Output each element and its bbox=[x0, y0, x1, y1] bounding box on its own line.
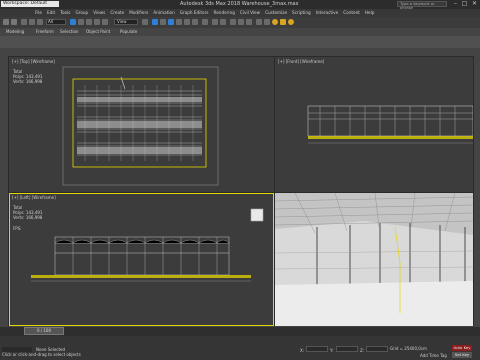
time-slider[interactable]: 0 / 100 bbox=[24, 327, 64, 335]
render-setup-icon[interactable] bbox=[272, 19, 278, 25]
curve-editor-icon[interactable] bbox=[246, 19, 252, 25]
tab-modeling[interactable]: Modeling bbox=[4, 29, 26, 35]
z-coord-label: Z: bbox=[360, 348, 365, 353]
menu-item-interactive[interactable]: Interactive bbox=[316, 9, 339, 17]
search-input[interactable]: Type a keyword or phrase bbox=[397, 1, 447, 10]
minimize-button[interactable]: – bbox=[451, 0, 460, 8]
menu-item-customize[interactable]: Customize bbox=[265, 9, 287, 17]
command-panel-strip bbox=[0, 36, 480, 48]
schematic-view-icon[interactable] bbox=[256, 19, 262, 25]
select-by-name-icon[interactable] bbox=[78, 19, 84, 25]
tab-populate[interactable]: Populate bbox=[118, 29, 139, 35]
left-view-wireframe bbox=[31, 236, 251, 282]
workspace-selector[interactable]: Workspace: Default bbox=[1, 1, 59, 7]
redo-icon[interactable] bbox=[11, 19, 17, 25]
window-crossing-icon[interactable] bbox=[94, 19, 100, 25]
select-and-manipulate-icon[interactable] bbox=[152, 19, 158, 25]
tab-object-paint[interactable]: Object Paint bbox=[84, 29, 112, 35]
x-coord-field[interactable] bbox=[306, 346, 328, 352]
prompt-line: Click or click-and-drag to select object… bbox=[2, 352, 81, 357]
viewport-top[interactable]: [+] [Top] [Wireframe] Total Polys: 143,4… bbox=[9, 57, 274, 192]
x-coord-label: X: bbox=[300, 348, 305, 353]
menu-bar: File Edit Tools Group Views Create Modifiers An… bbox=[0, 9, 480, 17]
rendered-frame-window-icon[interactable] bbox=[280, 19, 286, 25]
named-selection-icon[interactable] bbox=[202, 19, 208, 25]
add-time-tag[interactable]: Add Time Tag bbox=[420, 353, 447, 358]
menu-item-rendering[interactable]: Rendering bbox=[214, 9, 235, 17]
mirror-icon[interactable] bbox=[212, 19, 218, 25]
menu-item-animation[interactable]: Animation bbox=[153, 9, 174, 17]
selection-filter-dropdown[interactable]: All bbox=[46, 19, 66, 25]
angle-snap-icon[interactable] bbox=[176, 19, 182, 25]
viewport-front[interactable]: [+] [Front] [Wireframe] bbox=[275, 57, 473, 192]
maximize-button[interactable]: □ bbox=[460, 0, 469, 8]
viewport-perspective[interactable]: [+] [Perspective] [Realistic] bbox=[275, 193, 473, 326]
menu-item-tools[interactable]: Tools bbox=[60, 9, 70, 17]
layer-explorer-icon[interactable] bbox=[238, 19, 244, 25]
menu-item-graph-editors[interactable]: Graph Editors bbox=[180, 9, 209, 17]
menu-item-content[interactable]: Content bbox=[343, 9, 360, 17]
tab-freeform[interactable]: Freeform bbox=[34, 29, 56, 35]
front-view-wireframe bbox=[307, 105, 473, 144]
spinner-snap-icon[interactable] bbox=[192, 19, 198, 25]
reference-coordinate-dropdown[interactable]: View bbox=[114, 19, 138, 25]
move-icon[interactable] bbox=[102, 19, 108, 25]
menu-item-file[interactable]: File bbox=[35, 9, 42, 17]
keyboard-shortcut-override-icon[interactable] bbox=[160, 19, 166, 25]
grid-size: Grid = 25400,0cm bbox=[390, 346, 427, 351]
top-view-wireframe bbox=[62, 66, 219, 186]
z-coord-field[interactable] bbox=[366, 346, 388, 352]
scene-explorer-icon[interactable] bbox=[230, 19, 236, 25]
tab-selection[interactable]: Selection bbox=[58, 29, 80, 35]
viewcube[interactable] bbox=[247, 205, 267, 225]
align-icon[interactable] bbox=[220, 19, 226, 25]
menu-item-edit[interactable]: Edit bbox=[47, 9, 55, 17]
viewport-left[interactable]: [+] [Left] [Wireframe] Total Polys: 143,… bbox=[9, 193, 274, 326]
y-coord-label: Y: bbox=[330, 348, 334, 353]
close-button[interactable]: ✕ bbox=[470, 0, 479, 8]
material-editor-icon[interactable] bbox=[264, 19, 270, 25]
unlink-icon[interactable] bbox=[29, 19, 35, 25]
menu-item-modifiers[interactable]: Modifiers bbox=[129, 9, 148, 17]
undo-icon[interactable] bbox=[3, 19, 9, 25]
menu-item-help[interactable]: Help bbox=[365, 9, 375, 17]
snaps-toggle-icon[interactable] bbox=[168, 19, 174, 25]
window-title: Autodesk 3ds Max 2018 Warehouse_3max.max bbox=[180, 1, 299, 7]
menu-item-views[interactable]: Views bbox=[93, 9, 105, 17]
pivot-center-icon[interactable] bbox=[142, 19, 148, 25]
timeline[interactable] bbox=[0, 327, 480, 336]
rectangular-selection-icon[interactable] bbox=[86, 19, 92, 25]
menu-item-create[interactable]: Create bbox=[110, 9, 124, 17]
link-icon[interactable] bbox=[21, 19, 27, 25]
render-production-icon[interactable] bbox=[288, 19, 294, 25]
menu-item-group[interactable]: Group bbox=[75, 9, 88, 17]
set-key-button[interactable]: Set Key bbox=[452, 352, 472, 358]
auto-key-button[interactable]: Auto Key bbox=[452, 345, 472, 351]
y-coord-field[interactable] bbox=[336, 346, 358, 352]
percent-snap-icon[interactable] bbox=[184, 19, 190, 25]
perspective-realistic-render bbox=[275, 193, 473, 326]
menu-item-scripting[interactable]: Scripting bbox=[292, 9, 311, 17]
select-object-icon[interactable] bbox=[70, 19, 76, 25]
menu-item-civil-view[interactable]: Civil View bbox=[240, 9, 260, 17]
bind-space-warp-icon[interactable] bbox=[37, 19, 43, 25]
